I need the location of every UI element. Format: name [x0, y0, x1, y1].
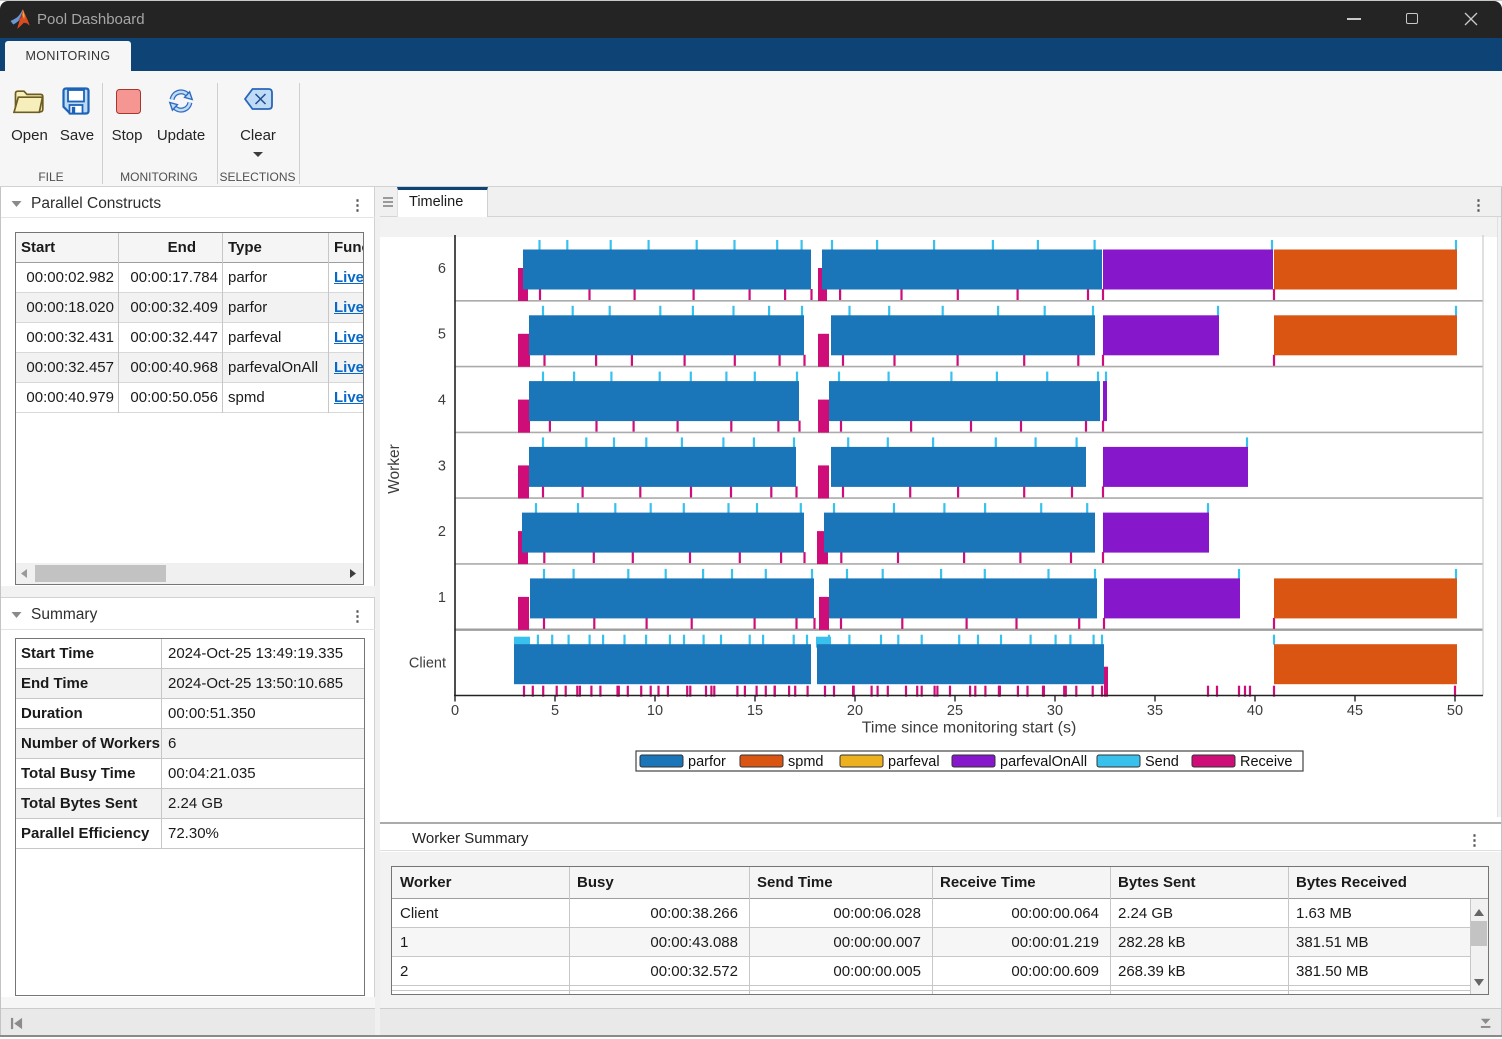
svg-text:Time since monitoring start (s: Time since monitoring start (s): [862, 720, 1077, 737]
svg-text:Worker: Worker: [386, 444, 403, 494]
svg-text:10: 10: [647, 703, 663, 719]
svg-text:40: 40: [1247, 703, 1263, 719]
svg-text:5: 5: [551, 703, 559, 719]
svg-text:25: 25: [947, 703, 963, 719]
svg-text:20: 20: [847, 703, 863, 719]
svg-text:Receive: Receive: [1240, 754, 1292, 770]
svg-text:Send: Send: [1145, 754, 1179, 770]
svg-text:45: 45: [1347, 703, 1363, 719]
svg-text:parfor: parfor: [688, 754, 726, 770]
svg-text:30: 30: [1047, 703, 1063, 719]
svg-text:0: 0: [451, 703, 459, 719]
svg-text:4: 4: [438, 393, 446, 409]
svg-text:parfeval: parfeval: [888, 754, 940, 770]
svg-text:1: 1: [438, 590, 446, 606]
svg-text:2: 2: [438, 524, 446, 540]
svg-text:6: 6: [438, 261, 446, 277]
svg-text:50: 50: [1447, 703, 1463, 719]
svg-text:spmd: spmd: [788, 754, 823, 770]
svg-text:5: 5: [438, 327, 446, 343]
svg-text:15: 15: [747, 703, 763, 719]
svg-text:35: 35: [1147, 703, 1163, 719]
svg-text:3: 3: [438, 458, 446, 474]
svg-text:parfevalOnAll: parfevalOnAll: [1000, 754, 1087, 770]
svg-text:Client: Client: [409, 656, 446, 672]
